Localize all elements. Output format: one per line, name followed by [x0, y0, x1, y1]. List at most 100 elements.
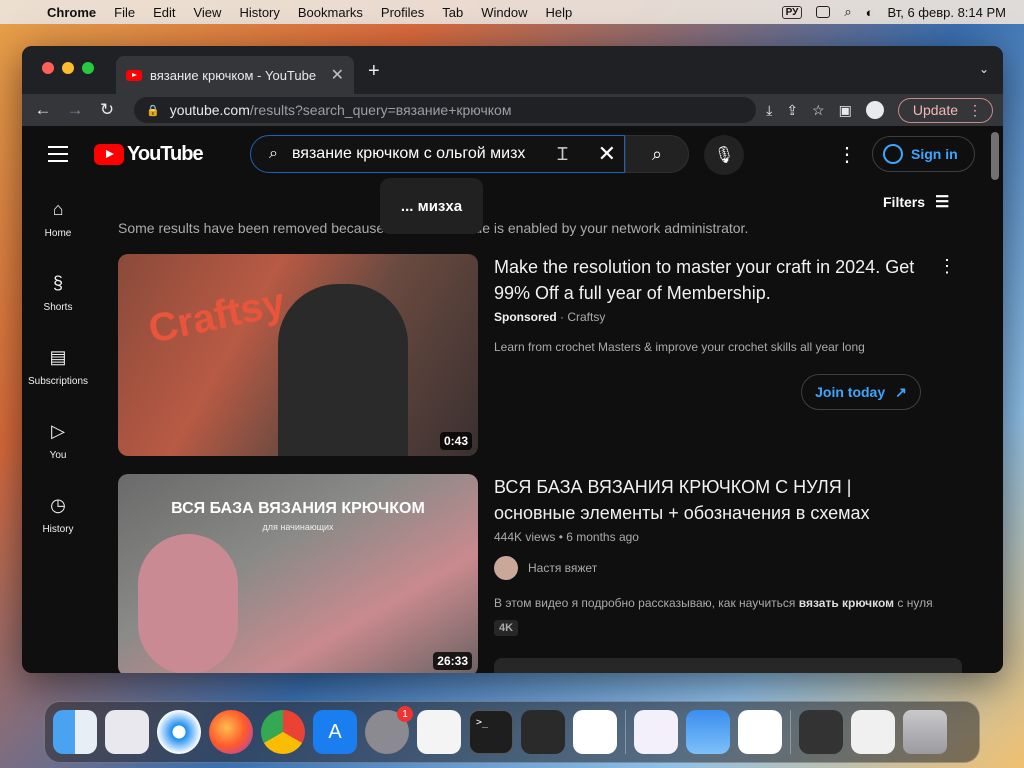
- menu-help[interactable]: Help: [537, 5, 582, 20]
- result-info: Make the resolution to master your craft…: [494, 254, 934, 354]
- spotlight-search-icon[interactable]: ⌕: [844, 4, 851, 20]
- menu-window[interactable]: Window: [472, 5, 536, 20]
- menu-history[interactable]: History: [230, 5, 288, 20]
- description-text: В этом видео я подробно рассказываю, как…: [494, 596, 799, 610]
- search-suggestion[interactable]: ... мизха: [380, 178, 483, 234]
- firefox-icon[interactable]: [209, 710, 253, 754]
- menu-view[interactable]: View: [184, 5, 230, 20]
- app-store-glyph-icon: A: [328, 720, 342, 743]
- video-thumbnail[interactable]: Craftsy 0:43: [118, 254, 478, 456]
- terminal-icon[interactable]: >_: [469, 710, 513, 754]
- site-info-lock-icon[interactable]: 🔒: [146, 104, 160, 117]
- weather-icon[interactable]: [686, 710, 730, 754]
- result-more-options-icon[interactable]: ⋮: [938, 256, 956, 277]
- menu-file[interactable]: File: [105, 5, 144, 20]
- close-window-button[interactable]: [42, 62, 54, 74]
- search-input[interactable]: ⌕ вязание крючком с ольгой мизх Ɪ ✕: [250, 135, 625, 173]
- bookmark-star-icon[interactable]: ☆: [812, 102, 825, 119]
- join-today-button[interactable]: Join today ↗: [801, 374, 921, 410]
- description-text-end: с нуля. З...: [897, 596, 934, 610]
- textedit-icon[interactable]: [417, 710, 461, 754]
- garageband-icon[interactable]: [521, 710, 565, 754]
- zoom-window-button[interactable]: [82, 62, 94, 74]
- finder-icon[interactable]: [53, 710, 97, 754]
- preview-icon[interactable]: [851, 710, 895, 754]
- video-title[interactable]: Make the resolution to master your craft…: [494, 254, 934, 306]
- control-center-icon[interactable]: ◐: [866, 5, 874, 20]
- thumbnail-yarn-image: [138, 534, 238, 673]
- channel-avatar[interactable]: [494, 556, 518, 580]
- new-tab-button[interactable]: +: [368, 60, 380, 83]
- safari-icon[interactable]: [157, 710, 201, 754]
- update-chrome-button[interactable]: Update ⋮: [897, 97, 993, 123]
- visual-studio-icon[interactable]: [634, 710, 678, 754]
- forward-arrow-icon[interactable]: →: [64, 100, 86, 120]
- menu-app-name[interactable]: Chrome: [38, 5, 105, 20]
- sidebar-item-label: You: [49, 450, 67, 461]
- system-settings-icon[interactable]: 1: [365, 706, 413, 754]
- install-app-icon[interactable]: ⤓: [766, 102, 772, 119]
- screens-icon[interactable]: [799, 710, 843, 754]
- youtube-play-logo-icon: [94, 144, 124, 165]
- freeform-icon[interactable]: [738, 710, 782, 754]
- search-button[interactable]: ⌕: [625, 135, 689, 173]
- sponsored-label: Sponsored: [494, 310, 557, 324]
- share-icon[interactable]: ⇪: [786, 102, 798, 119]
- app-store-icon[interactable]: A: [313, 710, 357, 754]
- menubar-clock[interactable]: Вт, 6 февр. 8:14 PM: [887, 5, 1006, 20]
- tab-close-icon[interactable]: ✕: [331, 65, 344, 85]
- video-thumbnail[interactable]: ВСЯ БАЗА ВЯЗАНИЯ КРЮЧКОМ для начинающих …: [118, 474, 478, 673]
- profile-avatar-icon[interactable]: [865, 101, 884, 119]
- sign-in-button[interactable]: Sign in: [872, 136, 975, 172]
- sidebar-item-subscriptions[interactable]: ▤ Subscriptions: [22, 330, 94, 404]
- sidebar-item-history[interactable]: ◷ History: [22, 478, 94, 552]
- sign-in-label: Sign in: [911, 146, 958, 162]
- menu-tab[interactable]: Tab: [433, 5, 472, 20]
- video-description: Learn from crochet Masters & improve you…: [494, 340, 865, 354]
- youtube-wordmark: YouTube: [127, 143, 204, 165]
- advertiser-name[interactable]: Craftsy: [567, 310, 605, 324]
- video-duration: 26:33: [433, 652, 472, 670]
- page-scrollbar[interactable]: [991, 132, 999, 180]
- sidebar-item-you[interactable]: ▷ You: [22, 404, 94, 478]
- clear-search-icon[interactable]: ✕: [598, 141, 616, 167]
- menu-bookmarks[interactable]: Bookmarks: [289, 5, 372, 20]
- youtube-header: YouTube ⌕ вязание крючком с ольгой мизх …: [22, 126, 1003, 182]
- menu-profiles[interactable]: Profiles: [372, 5, 433, 20]
- minimize-window-button[interactable]: [62, 62, 74, 74]
- search-query-text[interactable]: вязание крючком с ольгой мизх: [292, 145, 558, 163]
- launchpad-icon[interactable]: [105, 710, 149, 754]
- sidebar-item-shorts[interactable]: § Shorts: [22, 256, 94, 330]
- youtube-logo[interactable]: YouTube: [94, 143, 204, 166]
- chapters-preview[interactable]: [494, 658, 962, 673]
- filters-button[interactable]: Filters ☰: [883, 192, 949, 212]
- address-bar[interactable]: 🔒 youtube.com/results?search_query=вязан…: [134, 97, 757, 123]
- search-magnifier-icon: ⌕: [651, 143, 663, 164]
- view-count: 444K views: [494, 530, 556, 544]
- tab-search-chevron-icon[interactable]: ⌄: [979, 62, 989, 76]
- reload-icon[interactable]: ↻: [96, 100, 118, 120]
- voice-search-button[interactable]: 🎙: [704, 135, 744, 175]
- sidebar-item-home[interactable]: ⌂ Home: [22, 182, 94, 256]
- video-description: В этом видео я подробно рассказываю, как…: [494, 596, 934, 610]
- vscode-icon[interactable]: [573, 710, 617, 754]
- screen-mirroring-icon[interactable]: [816, 6, 831, 18]
- menu-edit[interactable]: Edit: [144, 5, 184, 20]
- side-panel-icon[interactable]: ▣: [839, 102, 852, 119]
- macos-menubar: Chrome File Edit View History Bookmarks …: [0, 0, 1024, 24]
- chrome-icon[interactable]: [261, 710, 305, 754]
- channel-row[interactable]: Настя вяжет: [494, 556, 934, 580]
- tab-title: вязание крючком - YouTube: [150, 67, 317, 83]
- search-icon: ⌕: [269, 145, 278, 162]
- notification-badge: 1: [397, 706, 413, 722]
- settings-kebab-icon[interactable]: ⋮: [837, 142, 857, 167]
- video-title[interactable]: ВСЯ БАЗА ВЯЗАНИЯ КРЮЧКОМ С НУЛЯ | основн…: [494, 474, 934, 526]
- guide-menu-icon[interactable]: [48, 146, 68, 167]
- dock-separator: [625, 710, 626, 754]
- trash-icon[interactable]: [903, 710, 947, 754]
- input-language-indicator[interactable]: РУ: [781, 5, 803, 19]
- browser-tab-youtube[interactable]: вязание крючком - YouTube ✕: [116, 56, 354, 94]
- thumbnail-person-image: [278, 284, 408, 456]
- back-arrow-icon[interactable]: ←: [32, 100, 54, 120]
- channel-name[interactable]: Настя вяжет: [528, 561, 597, 575]
